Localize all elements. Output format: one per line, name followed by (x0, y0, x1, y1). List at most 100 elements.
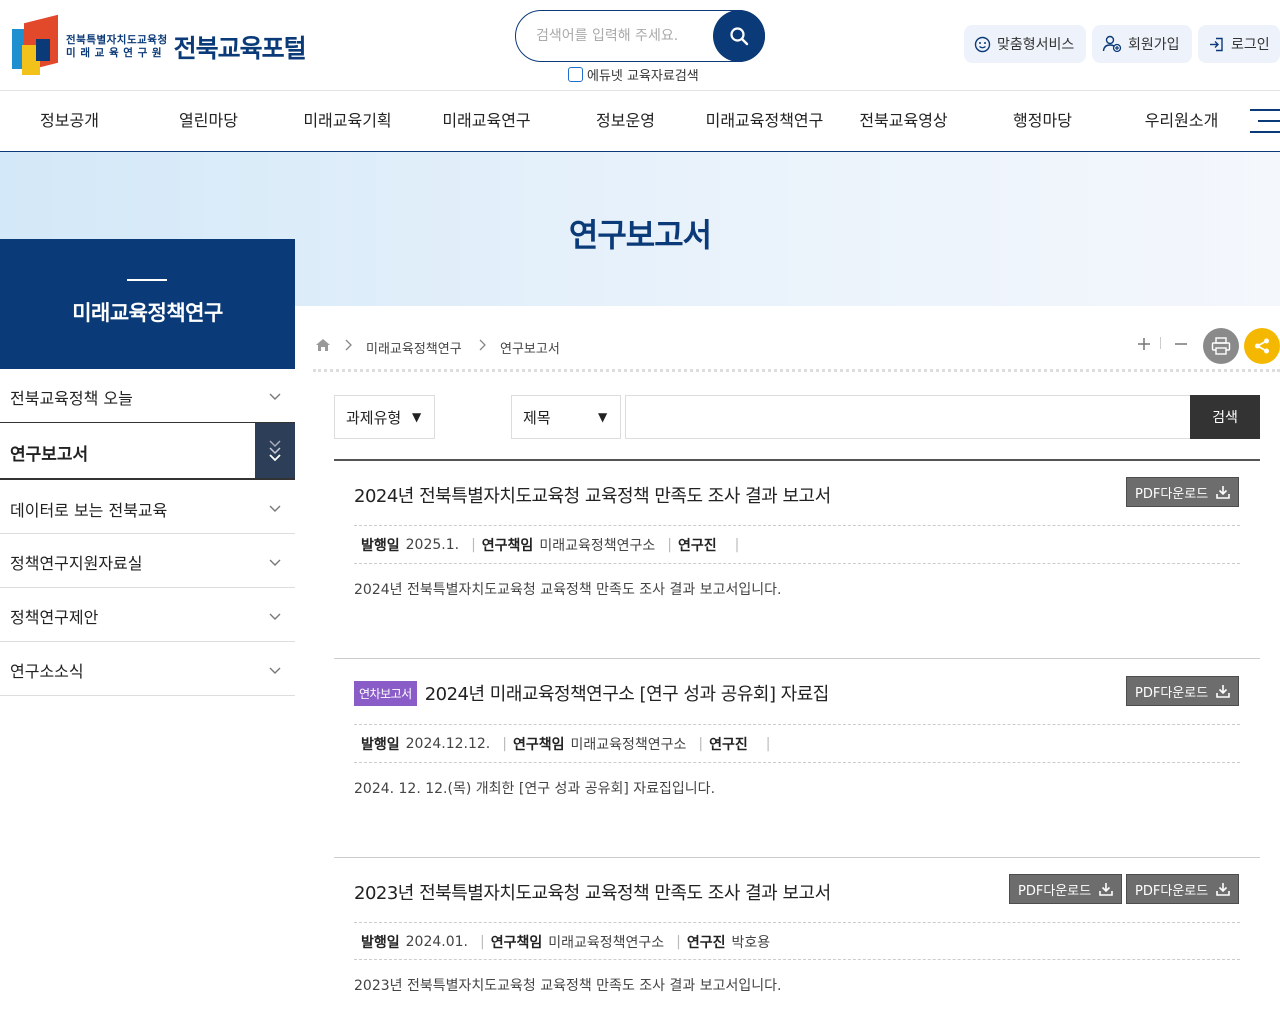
zoom-out-icon[interactable] (1174, 337, 1188, 351)
report-title[interactable]: 연차보고서 2024년 미래교육정책연구소 [연구 성과 공유회] 자료집 (354, 680, 829, 706)
checkbox-box[interactable] (568, 67, 583, 82)
report-title-text: 2024년 미래교육정책연구소 [연구 성과 공유회] 자료집 (424, 684, 830, 705)
report-title[interactable]: 2023년 전북특별자치도교육청 교육정책 만족도 조사 결과 보고서 (354, 879, 831, 905)
meta-researchers: 박호용 (731, 935, 771, 951)
meta-date: 2024.12.12. (405, 736, 491, 752)
logo-mark-icon (12, 14, 60, 75)
chevron-down-icon (269, 559, 281, 566)
pdf-download-button[interactable]: PDF다운로드 (1126, 477, 1240, 507)
meta-lead: 미래교육정책연구소 (570, 737, 687, 753)
field-select[interactable]: 제목 ▼ (511, 395, 621, 439)
sidebar-item-label: 전북교육정책 오늘 (10, 389, 133, 408)
sidebar-item-research-reports[interactable]: 연구보고서 (0, 422, 295, 480)
sidebar-title: 미래교육정책연구 (72, 301, 223, 325)
search-input[interactable] (536, 24, 706, 48)
report-meta: 발행일 2025.1. | 연구책임 미래교육정책연구소 | 연구진 | (361, 537, 740, 554)
print-button[interactable] (1203, 328, 1239, 364)
sidebar-item-support-materials[interactable]: 정책연구지원자료실 (0, 534, 295, 588)
chevron-down-icon (269, 667, 281, 674)
custom-service-button[interactable]: 맞춤형서비스 (964, 25, 1086, 63)
site-logo[interactable]: 전북특별자치도교육청 미 래 교 육 연 구 원 전북교육포털 (12, 14, 322, 76)
download-icon (1099, 883, 1113, 896)
sidebar-item-policy-today[interactable]: 전북교육정책 오늘 (0, 369, 295, 423)
sidebar-item-news[interactable]: 연구소소식 (0, 642, 295, 696)
keyword-field (625, 395, 1191, 439)
sidebar-item-data[interactable]: 데이터로 보는 전북교육 (0, 480, 295, 534)
home-icon[interactable] (315, 338, 331, 352)
main-navigation: 정보공개 열린마당 미래교육기획 미래교육연구 정보운영 미래교육정책연구 전북… (0, 91, 1280, 152)
pdf-download-button[interactable]: PDF다운로드 (1009, 874, 1123, 904)
pdf-download-label: PDF다운로드 (1135, 685, 1209, 701)
report-title[interactable]: 2024년 전북특별자치도교육청 교육정책 만족도 조사 결과 보고서 (354, 482, 831, 508)
nav-item-about[interactable]: 우리원소개 (1112, 91, 1251, 151)
login-icon (1210, 37, 1223, 51)
meta-label: 발행일 (361, 737, 400, 753)
nav-item-future-research[interactable]: 미래교육연구 (417, 91, 556, 151)
chevron-down-icon (269, 613, 281, 620)
nav-item-future-planning[interactable]: 미래교육기획 (278, 91, 417, 151)
pdf-download-label: PDF다운로드 (1135, 486, 1209, 502)
meta-label: 연구책임 (512, 737, 565, 753)
sidebar-item-label: 연구보고서 (10, 445, 89, 465)
search-icon (730, 27, 749, 46)
chevron-down-icon (269, 505, 281, 512)
login-label: 로그인 (1231, 37, 1270, 53)
sidebar-item-label: 데이터로 보는 전북교육 (10, 501, 168, 520)
pdf-download-button[interactable]: PDF다운로드 (1126, 676, 1240, 706)
edunet-checkbox[interactable]: 에듀넷 교육자료검색 (568, 65, 699, 84)
report-description: 2023년 전북특별자치도교육청 교육정책 만족도 조사 결과 보고서입니다. (354, 978, 782, 994)
breadcrumb-item-current[interactable]: 연구보고서 (500, 338, 560, 357)
meta-date: 2025.1. (405, 537, 460, 553)
download-icon (1216, 486, 1230, 499)
chevron-right-icon (345, 339, 352, 351)
breadcrumb-item[interactable]: 미래교육정책연구 (366, 338, 462, 357)
sidebar-item-label: 정책연구제안 (10, 608, 99, 627)
global-search (515, 10, 765, 62)
pdf-download-label: PDF다운로드 (1018, 883, 1092, 899)
report-item: 2024년 전북특별자치도교육청 교육정책 만족도 조사 결과 보고서 PDF다… (334, 459, 1260, 657)
sidebar-item-label: 연구소소식 (10, 662, 84, 681)
meta-label: 발행일 (361, 935, 400, 951)
logo-subtitle: 전북특별자치도교육청 미 래 교 육 연 구 원 (66, 34, 168, 60)
report-item: 연차보고서 2024년 미래교육정책연구소 [연구 성과 공유회] 자료집 PDF… (334, 658, 1260, 856)
pdf-download-button[interactable]: PDF다운로드 (1126, 874, 1240, 904)
sidebar-item-proposal[interactable]: 정책연구제안 (0, 588, 295, 642)
nav-item-admin[interactable]: 행정마당 (973, 91, 1112, 151)
nav-item-policy-research[interactable]: 미래교육정책연구 (695, 91, 834, 151)
nav-item-info-operation[interactable]: 정보운영 (556, 91, 695, 151)
download-icon (1216, 685, 1230, 698)
nav-item-open-forum[interactable]: 열린마당 (139, 91, 278, 151)
nav-item-video[interactable]: 전북교육영상 (834, 91, 973, 151)
share-icon (1255, 338, 1269, 354)
printer-icon (1211, 337, 1231, 355)
annual-report-badge: 연차보고서 (354, 681, 417, 706)
zoom-in-icon[interactable] (1137, 337, 1151, 351)
type-select-value: 과제유형 (346, 408, 402, 427)
meta-lead: 미래교육정책연구소 (548, 935, 665, 951)
divider (1160, 337, 1161, 349)
login-button[interactable]: 로그인 (1198, 25, 1280, 63)
filter-search-button[interactable]: 검색 (1190, 395, 1260, 439)
nav-item-info-open[interactable]: 정보공개 (0, 91, 139, 151)
field-select-value: 제목 (523, 408, 551, 427)
signup-button[interactable]: 회원가입 (1092, 25, 1192, 63)
smile-icon (974, 36, 991, 52)
signup-label: 회원가입 (1128, 37, 1180, 53)
meta-label: 연구책임 (490, 935, 543, 951)
meta-lead: 미래교육정책연구소 (539, 538, 656, 554)
report-description: 2024년 전북특별자치도교육청 교육정책 만족도 조사 결과 보고서입니다. (354, 582, 782, 598)
meta-label: 발행일 (361, 538, 400, 554)
search-button[interactable] (713, 10, 765, 62)
user-add-icon (1102, 35, 1122, 53)
menu-icon[interactable] (1250, 109, 1280, 133)
sidebar-item-label: 정책연구지원자료실 (10, 554, 143, 573)
edunet-label: 에듀넷 교육자료검색 (587, 69, 699, 84)
download-icon (1216, 883, 1230, 896)
meta-label: 연구책임 (481, 538, 534, 554)
share-button[interactable] (1244, 328, 1280, 364)
breadcrumb: 미래교육정책연구 연구보고서 (313, 328, 1280, 372)
chevron-down-icon (269, 393, 281, 400)
logo-line1: 전북특별자치도교육청 (66, 34, 168, 46)
keyword-input[interactable] (626, 396, 1190, 438)
type-select[interactable]: 과제유형 ▼ (334, 395, 435, 439)
